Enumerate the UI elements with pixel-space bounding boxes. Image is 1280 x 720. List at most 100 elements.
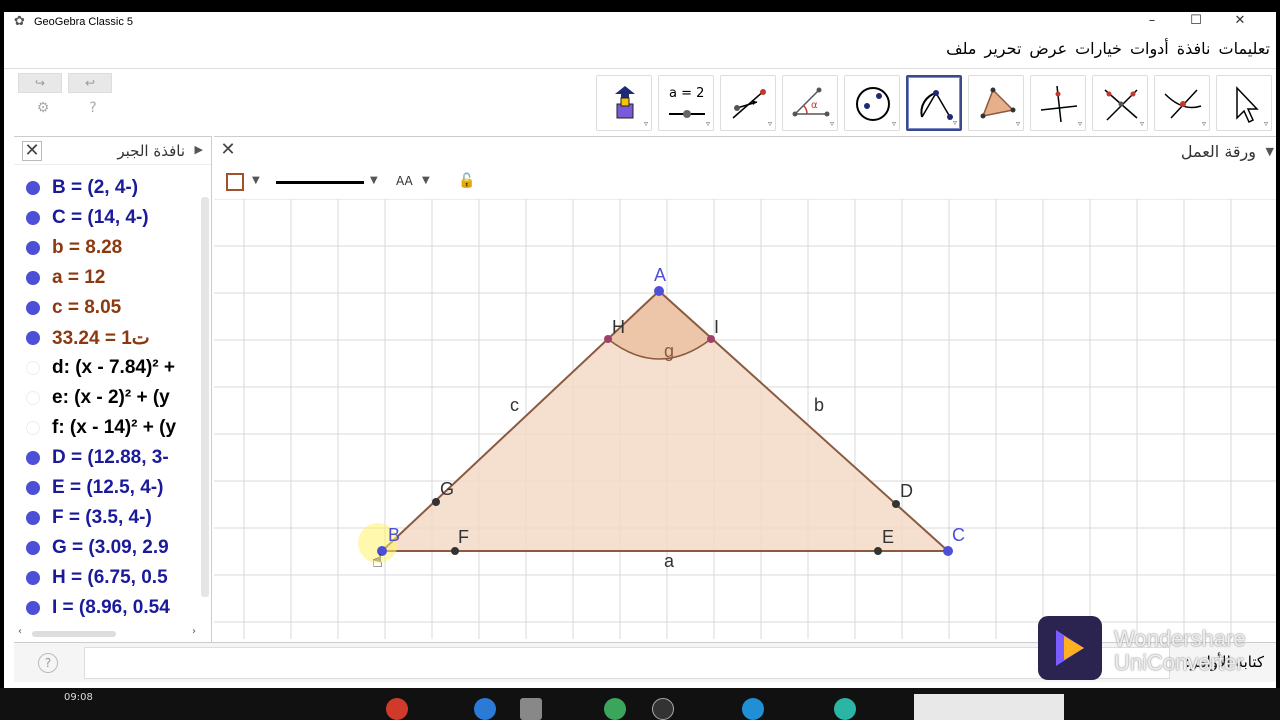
tool-circle-arc[interactable]: ▿ — [906, 75, 962, 131]
command-input[interactable] — [84, 647, 1170, 679]
algebra-item[interactable]: G = (3.09, 2.9 — [14, 533, 200, 563]
svg-text:α: α — [811, 100, 818, 111]
reflect-icon — [732, 89, 766, 119]
close-icon[interactable]: ✕ — [22, 141, 42, 161]
visibility-toggle[interactable] — [26, 541, 40, 555]
uniconverter-logo-icon — [1038, 616, 1102, 680]
algebra-item[interactable]: B = (2, 4-) — [14, 173, 200, 203]
algebra-item-text: E = (12.5, 4-) — [52, 477, 164, 498]
visibility-toggle[interactable] — [26, 391, 40, 405]
chevron-down-icon[interactable]: ▼ — [370, 175, 378, 186]
algebra-item[interactable]: ت1 = 33.24 — [14, 323, 200, 353]
label-B: B — [388, 525, 400, 545]
visibility-toggle[interactable] — [26, 361, 40, 375]
tool-reflect[interactable]: ▿ — [720, 75, 776, 131]
visibility-toggle[interactable] — [26, 331, 40, 345]
maximize-button[interactable]: ☐ — [1174, 12, 1218, 32]
redo-button[interactable]: ↪ — [18, 73, 62, 93]
undo-button[interactable]: ↩ — [68, 73, 112, 93]
menu-help[interactable]: تعليمات — [1219, 36, 1270, 62]
algebra-item[interactable]: f: (x - 14)² + (y — [14, 413, 200, 443]
visibility-toggle[interactable] — [26, 601, 40, 615]
visibility-toggle[interactable] — [26, 511, 40, 525]
algebra-item[interactable]: C = (14, 4-) — [14, 203, 200, 233]
algebra-item[interactable]: F = (3.5, 4-) — [14, 503, 200, 533]
algebra-item[interactable]: I = (8.96, 0.54 — [14, 593, 200, 623]
font-size-button[interactable]: AA — [396, 174, 413, 188]
visibility-toggle[interactable] — [26, 271, 40, 285]
algebra-item[interactable]: b = 8.28 — [14, 233, 200, 263]
algebra-item-text: a = 12 — [52, 267, 106, 288]
clock: 09:08 — [64, 692, 93, 703]
algebra-item[interactable]: d: (x - 7.84)² + — [14, 353, 200, 383]
chevron-down-icon[interactable]: ▼ — [422, 175, 430, 186]
taskbar-app-icon[interactable] — [520, 698, 542, 720]
tool-circle[interactable]: ▿ — [844, 75, 900, 131]
triangle-right-icon[interactable]: ▶ — [195, 143, 203, 156]
algebra-item[interactable]: D = (12.88, 3- — [14, 443, 200, 473]
menu-window[interactable]: نافذة — [1177, 36, 1211, 62]
menu-view[interactable]: عرض — [1029, 36, 1067, 62]
visibility-toggle[interactable] — [26, 211, 40, 225]
close-icon[interactable]: ✕ — [218, 141, 238, 161]
line-style-button[interactable] — [276, 181, 364, 184]
taskbar-app-icon[interactable] — [742, 698, 764, 720]
visibility-toggle[interactable] — [26, 241, 40, 255]
horizontal-scrollbar[interactable]: ‹ › — [18, 626, 196, 638]
menu-file[interactable]: ملف — [946, 36, 976, 62]
help-circle-icon[interactable]: ? — [84, 99, 102, 117]
lock-icon[interactable]: 🔓 — [458, 173, 475, 189]
visibility-toggle[interactable] — [26, 451, 40, 465]
algebra-item[interactable]: c = 8.05 — [14, 293, 200, 323]
visibility-toggle[interactable] — [26, 481, 40, 495]
menu-edit[interactable]: تحرير — [985, 36, 1022, 62]
angle-icon: α — [792, 87, 830, 117]
algebra-item-text: e: (x - 2)² + (y — [52, 387, 170, 408]
minimize-button[interactable]: – — [1130, 12, 1174, 32]
graphics-canvas[interactable]: A B C D E F G H Ia b c g ☝ — [214, 199, 1276, 639]
algebra-item[interactable]: H = (6.75, 0.5 — [14, 563, 200, 593]
taskbar-app-icon[interactable] — [604, 698, 626, 720]
visibility-toggle[interactable] — [26, 571, 40, 585]
settings-gear-icon[interactable]: ⚙ — [34, 99, 52, 117]
tool-move-graphics[interactable]: ▿ — [596, 75, 652, 131]
color-swatch-button[interactable] — [226, 173, 244, 191]
label-H: H — [612, 317, 625, 337]
tool-move[interactable]: ▿ — [1216, 75, 1272, 131]
tool-line[interactable]: ▿ — [1092, 75, 1148, 131]
dropdown-arrow-icon[interactable]: ▼ — [1266, 145, 1274, 158]
visibility-toggle[interactable] — [26, 301, 40, 315]
taskbar-app-icon[interactable] — [652, 698, 674, 720]
algebra-item[interactable]: E = (12.5, 4-) — [14, 473, 200, 503]
menu-options[interactable]: خيارات — [1075, 36, 1122, 62]
label-F: F — [458, 527, 469, 547]
vertical-scrollbar[interactable] — [201, 197, 209, 597]
point-C — [943, 546, 953, 556]
perpendicular-line-icon — [1040, 85, 1078, 123]
tool-polygon[interactable]: ▿ — [968, 75, 1024, 131]
watermark-line1: Wondershare — [1114, 626, 1246, 651]
point-E — [874, 547, 882, 555]
algebra-item[interactable]: a = 12 — [14, 263, 200, 293]
algebra-item[interactable]: e: (x - 2)² + (y — [14, 383, 200, 413]
help-icon[interactable]: ? — [38, 653, 58, 673]
algebra-view: ✕ نافذة الجبر ▶ B = (2, 4-) C = (14, 4-) b… — [14, 136, 212, 642]
tool-point[interactable]: ▿ — [1154, 75, 1210, 131]
algebra-item-text: f: (x - 14)² + (y — [52, 417, 177, 438]
visibility-toggle[interactable] — [26, 181, 40, 195]
label-A: A — [654, 265, 666, 285]
taskbar-thumbnail[interactable] — [914, 694, 1064, 720]
tool-slider[interactable]: a = 2 ▿ — [658, 75, 714, 131]
taskbar-app-icon[interactable] — [834, 698, 856, 720]
taskbar-app-icon[interactable] — [474, 698, 496, 720]
tool-angle[interactable]: α ▿ — [782, 75, 838, 131]
chevron-down-icon[interactable]: ▼ — [252, 175, 260, 186]
close-window-button[interactable]: ✕ — [1218, 12, 1262, 32]
taskbar-app-icon[interactable] — [386, 698, 408, 720]
algebra-item-text: C = (14, 4-) — [52, 207, 149, 228]
visibility-toggle[interactable] — [26, 421, 40, 435]
algebra-title: نافذة الجبر — [117, 142, 185, 160]
graphics-title: ورقة العمل — [1180, 142, 1256, 161]
tool-perpendicular[interactable]: ▿ — [1030, 75, 1086, 131]
menu-tools[interactable]: أدوات — [1130, 36, 1169, 62]
